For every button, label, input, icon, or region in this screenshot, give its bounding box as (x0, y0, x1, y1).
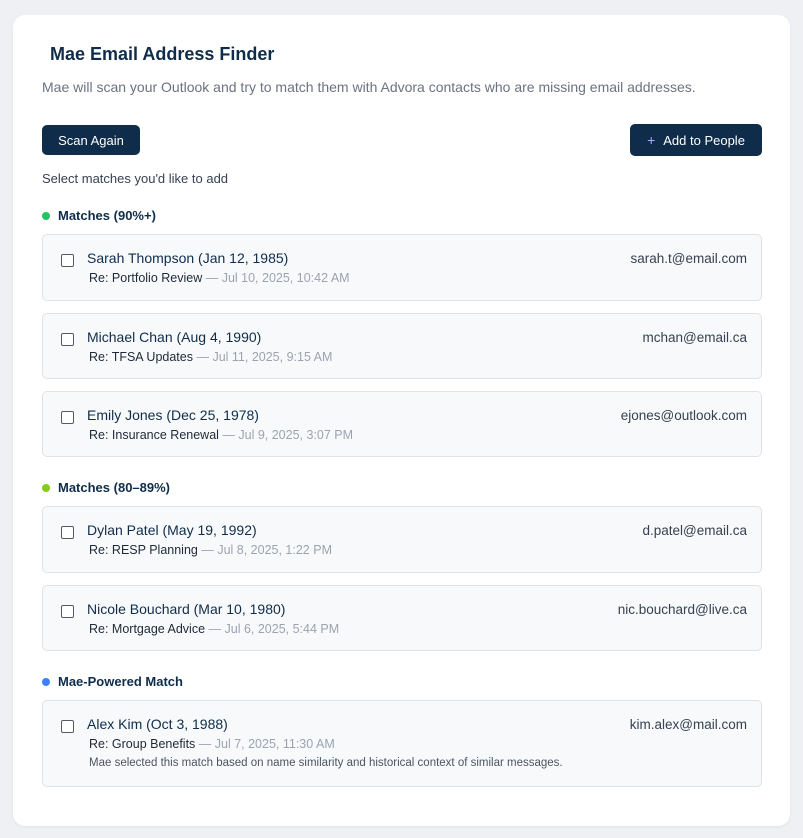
add-to-people-button[interactable]: + Add to People (630, 124, 762, 156)
match-row[interactable]: Sarah Thompson (Jan 12, 1985) Re: Portfo… (42, 234, 762, 301)
subject-text: Re: Group Benefits (89, 737, 196, 751)
section-mae-powered-header: Mae-Powered Match (42, 674, 183, 689)
match-checkbox[interactable] (61, 254, 74, 267)
contact-name: Michael Chan (Aug 4, 1990) (87, 329, 262, 345)
section-title: Matches (90%+) (58, 208, 156, 223)
add-to-people-label: Add to People (663, 132, 745, 148)
section-title: Matches (80–89%) (58, 480, 170, 495)
match-checkbox[interactable] (61, 333, 74, 346)
subject-date: — Jul 7, 2025, 11:30 AM (195, 737, 335, 751)
contact-name: Emily Jones (Dec 25, 1978) (87, 407, 259, 423)
email-subject: Re: Portfolio Review — Jul 10, 2025, 10:… (89, 271, 350, 285)
green-dot-icon (42, 211, 50, 220)
match-row[interactable]: Michael Chan (Aug 4, 1990) Re: TFSA Upda… (42, 313, 762, 379)
match-row[interactable]: Alex Kim (Oct 3, 1988) Re: Group Benefit… (42, 700, 762, 787)
subject-text: Re: TFSA Updates (89, 350, 193, 364)
match-checkbox[interactable] (61, 411, 74, 424)
contact-email: ejones@outlook.com (620, 408, 747, 423)
contact-name: Nicole Bouchard (Mar 10, 1980) (87, 601, 286, 617)
section-high-confidence-header: Matches (90%+) (42, 208, 156, 223)
selection-hint: Select matches you'd like to add (42, 171, 229, 186)
email-subject: Re: Mortgage Advice — Jul 6, 2025, 5:44 … (89, 622, 339, 636)
match-row[interactable]: Dylan Patel (May 19, 1992) Re: RESP Plan… (42, 506, 762, 573)
contact-name: Sarah Thompson (Jan 12, 1985) (87, 250, 289, 266)
subject-text: Re: RESP Planning (89, 543, 198, 557)
email-subject: Re: Insurance Renewal — Jul 9, 2025, 3:0… (89, 428, 353, 442)
lime-dot-icon (42, 483, 50, 492)
contact-name: Dylan Patel (May 19, 1992) (87, 522, 257, 538)
page-title: Mae Email Address Finder (50, 44, 275, 64)
contact-email: mchan@email.ca (642, 330, 748, 345)
subject-date: — Jul 10, 2025, 10:42 AM (202, 271, 350, 285)
email-subject: Re: TFSA Updates — Jul 11, 2025, 9:15 AM (89, 350, 332, 364)
plus-icon: + (647, 132, 656, 148)
subject-date: — Jul 6, 2025, 5:44 PM (205, 622, 340, 636)
subject-date: — Jul 9, 2025, 3:07 PM (218, 428, 354, 442)
subject-text: Re: Portfolio Review (89, 271, 203, 285)
section-title: Mae-Powered Match (58, 674, 183, 689)
contact-name: Alex Kim (Oct 3, 1988) (87, 716, 228, 732)
page-subtitle: Mae will scan your Outlook and try to ma… (42, 79, 696, 95)
match-checkbox[interactable] (61, 720, 74, 733)
email-subject: Re: Group Benefits — Jul 7, 2025, 11:30 … (89, 737, 335, 751)
subject-text: Re: Insurance Renewal (89, 428, 219, 442)
contact-email: sarah.t@email.com (630, 251, 748, 266)
section-medium-confidence-header: Matches (80–89%) (42, 480, 170, 495)
subject-date: — Jul 8, 2025, 1:22 PM (197, 543, 332, 557)
contact-email: nic.bouchard@live.ca (617, 602, 747, 617)
match-checkbox[interactable] (61, 605, 74, 618)
match-checkbox[interactable] (61, 526, 74, 539)
contact-email: kim.alex@mail.com (629, 717, 747, 732)
mae-match-note: Mae selected this match based on name si… (89, 757, 563, 769)
subject-text: Re: Mortgage Advice (89, 622, 206, 636)
email-finder-card: Mae Email Address Finder Mae will scan y… (13, 15, 790, 826)
contact-email: d.patel@email.ca (642, 523, 747, 538)
scan-again-button[interactable]: Scan Again (42, 125, 140, 155)
blue-dot-icon (42, 677, 50, 686)
email-subject: Re: RESP Planning — Jul 8, 2025, 1:22 PM (89, 543, 332, 557)
match-row[interactable]: Nicole Bouchard (Mar 10, 1980) Re: Mortg… (42, 585, 762, 651)
subject-date: — Jul 11, 2025, 9:15 AM (193, 350, 333, 364)
match-row[interactable]: Emily Jones (Dec 25, 1978) Re: Insurance… (42, 391, 762, 457)
